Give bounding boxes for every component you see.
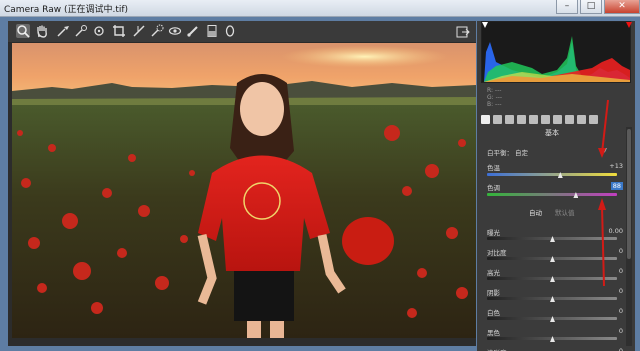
red-eye-icon[interactable]	[168, 24, 182, 38]
window-title: Camera Raw (正在调试中.tif)	[4, 5, 129, 15]
hand-icon[interactable]	[35, 24, 49, 38]
adjustment-brush-icon[interactable]	[186, 24, 200, 38]
white-balance-icon[interactable]	[56, 24, 70, 38]
target-adjust-icon[interactable]	[92, 24, 106, 38]
slider-value[interactable]: 0	[619, 327, 623, 335]
spot-removal-icon[interactable]	[150, 24, 164, 38]
color-sampler-icon[interactable]	[74, 24, 88, 38]
slider-label: 黑色	[487, 329, 500, 337]
window-controls: – □ ✕	[554, 0, 640, 16]
close-button[interactable]: ✕	[604, 0, 640, 14]
white-balance-label: 白平衡：	[487, 149, 513, 157]
maximize-button[interactable]: □	[580, 0, 602, 14]
image-canvas[interactable]	[8, 43, 476, 346]
slider-value[interactable]: 0	[619, 347, 623, 351]
graduated-filter-icon[interactable]	[205, 24, 219, 38]
zoom-icon[interactable]	[16, 24, 30, 38]
effects-tab-icon[interactable]	[553, 115, 562, 124]
readout-g: G: ---	[487, 94, 503, 101]
basic-tab-icon[interactable]	[481, 115, 490, 124]
tint-label: 色调	[487, 184, 500, 192]
default-link[interactable]: 默认值	[555, 207, 575, 217]
slider-label: 对比度	[487, 249, 507, 257]
photo-preview	[12, 43, 476, 338]
hsl-tab-icon[interactable]	[517, 115, 526, 124]
slider-label: 清晰度	[487, 347, 507, 351]
annotation-arrows	[598, 99, 609, 287]
readout-r: R: ---	[487, 87, 502, 94]
scrollbar-thumb[interactable]	[627, 129, 631, 259]
readout-b: B: ---	[487, 101, 502, 108]
presets-tab-icon[interactable]	[577, 115, 586, 124]
slider-label: 高光	[487, 269, 500, 277]
slider-row: 白色 0	[487, 307, 625, 317]
slider-row: 清晰度 0	[487, 347, 625, 351]
slider-label: 曝光	[487, 229, 500, 237]
lens-tab-icon[interactable]	[541, 115, 550, 124]
crop-icon[interactable]	[112, 24, 126, 38]
histogram	[481, 21, 632, 83]
straighten-icon[interactable]	[132, 24, 146, 38]
slider-row: 黑色 0	[487, 327, 625, 337]
toolbar	[8, 21, 476, 43]
calibration-tab-icon[interactable]	[565, 115, 574, 124]
split-toning-tab-icon[interactable]	[529, 115, 538, 124]
temperature-label: 色温	[487, 164, 500, 172]
radial-filter-icon[interactable]	[223, 24, 237, 38]
auto-link[interactable]: 自动	[529, 207, 542, 217]
white-balance-value: 自定	[515, 149, 528, 157]
panel-scrollbar[interactable]	[626, 127, 632, 346]
open-preferences-icon[interactable]	[456, 24, 470, 38]
detail-tab-icon[interactable]	[505, 115, 514, 124]
slider-label: 阴影	[487, 289, 500, 297]
window-titlebar: Camera Raw (正在调试中.tif) – □ ✕	[0, 0, 640, 17]
tone-curve-tab-icon[interactable]	[493, 115, 502, 124]
minimize-button[interactable]: –	[556, 0, 578, 14]
slider-value[interactable]: 0	[619, 307, 623, 315]
slider-label: 白色	[487, 309, 500, 317]
